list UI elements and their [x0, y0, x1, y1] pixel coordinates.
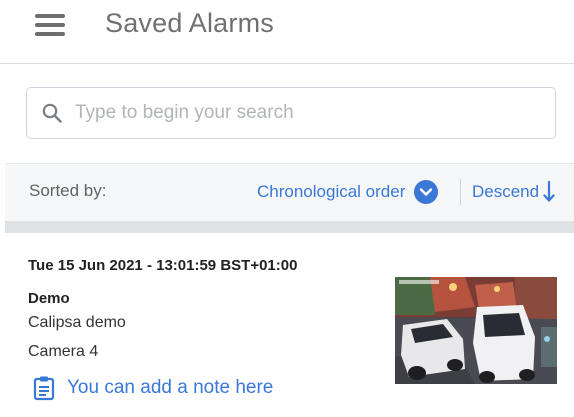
search-input[interactable]	[75, 97, 535, 129]
add-note-label: You can add a note here	[67, 377, 274, 398]
clipboard-icon	[33, 376, 55, 401]
sort-order-label: Chronological order	[257, 182, 406, 201]
sort-direction-toggle[interactable]: Descend	[472, 178, 555, 206]
search-icon	[42, 103, 62, 123]
alarm-client-name: Calipsa demo	[28, 314, 126, 331]
sort-bar: Sorted by: Chronological order Descend	[5, 163, 574, 221]
alarm-list-item[interactable]: Tue 15 Jun 2021 - 13:01:59 BST+01:00 Dem…	[5, 233, 574, 417]
chevron-down-circle-icon	[414, 180, 439, 204]
alarm-site-name: Demo	[28, 290, 70, 307]
saved-alarms-screen: Saved Alarms Sorted by: Chronological or…	[0, 0, 574, 417]
sort-direction-label: Descend	[472, 182, 540, 201]
app-header: Saved Alarms	[0, 0, 574, 64]
section-divider	[5, 221, 574, 233]
search-box[interactable]	[26, 87, 556, 139]
page-title: Saved Alarms	[105, 8, 274, 38]
arrow-down-icon	[543, 181, 555, 202]
alarm-datetime: Tue 15 Jun 2021 - 13:01:59 BST+01:00	[28, 257, 298, 274]
sort-divider	[460, 179, 461, 205]
alarm-camera-name: Camera 4	[28, 343, 99, 360]
add-note-button[interactable]: You can add a note here	[33, 374, 273, 402]
hamburger-menu-icon[interactable]	[35, 13, 65, 37]
camera-snapshot-thumbnail[interactable]	[395, 277, 557, 384]
sort-order-dropdown[interactable]: Chronological order	[257, 178, 439, 206]
sort-label: Sorted by:	[29, 181, 107, 200]
